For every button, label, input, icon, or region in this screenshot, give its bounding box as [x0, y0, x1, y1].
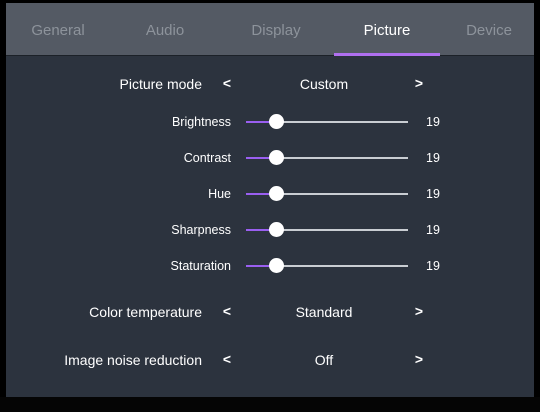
color-temperature-label: Color temperature — [89, 304, 202, 320]
saturation-label: Staturation — [170, 259, 231, 273]
tab-device[interactable]: Device — [446, 3, 532, 56]
brightness-slider-handle[interactable] — [269, 114, 285, 129]
noise-reduction-value: Off — [314, 352, 334, 368]
sharpness-slider-handle[interactable] — [269, 222, 285, 237]
bottom-bar — [0, 397, 540, 412]
contrast-label: Contrast — [183, 151, 231, 165]
contrast-slider-handle[interactable] — [269, 150, 285, 165]
noise-reduction-prev-button[interactable]: < — [220, 351, 234, 367]
contrast-slider[interactable] — [246, 150, 408, 165]
settings-panel: General Audio Display Picture Device Pic… — [6, 3, 534, 397]
picture-mode-label: Picture mode — [119, 76, 202, 92]
tab-bar: General Audio Display Picture Device — [6, 3, 534, 56]
noise-reduction-label: Image noise reduction — [64, 352, 202, 368]
picture-mode-value: Custom — [299, 76, 349, 92]
hue-label: Hue — [208, 187, 231, 201]
noise-reduction-next-button[interactable]: > — [412, 351, 426, 367]
tab-audio[interactable]: Audio — [116, 3, 214, 56]
saturation-slider[interactable] — [246, 258, 408, 273]
sharpness-label: Sharpness — [171, 223, 231, 237]
sharpness-value: 19 — [426, 223, 440, 237]
tab-general[interactable]: General — [8, 3, 108, 56]
saturation-slider-handle[interactable] — [269, 258, 285, 273]
sharpness-slider[interactable] — [246, 222, 408, 237]
hue-slider[interactable] — [246, 186, 408, 201]
color-temperature-prev-button[interactable]: < — [220, 303, 234, 319]
tab-display[interactable]: Display — [224, 3, 328, 56]
brightness-label: Brightness — [171, 115, 231, 129]
saturation-value: 19 — [426, 259, 440, 273]
tab-picture[interactable]: Picture — [334, 3, 440, 56]
contrast-value: 19 — [426, 151, 440, 165]
hue-value: 19 — [426, 187, 440, 201]
hue-slider-handle[interactable] — [269, 186, 285, 201]
color-temperature-value: Standard — [295, 304, 353, 320]
brightness-slider[interactable] — [246, 114, 408, 129]
picture-mode-prev-button[interactable]: < — [220, 75, 234, 91]
active-tab-indicator — [334, 53, 440, 56]
brightness-value: 19 — [426, 115, 440, 129]
color-temperature-next-button[interactable]: > — [412, 303, 426, 319]
picture-mode-next-button[interactable]: > — [412, 75, 426, 91]
